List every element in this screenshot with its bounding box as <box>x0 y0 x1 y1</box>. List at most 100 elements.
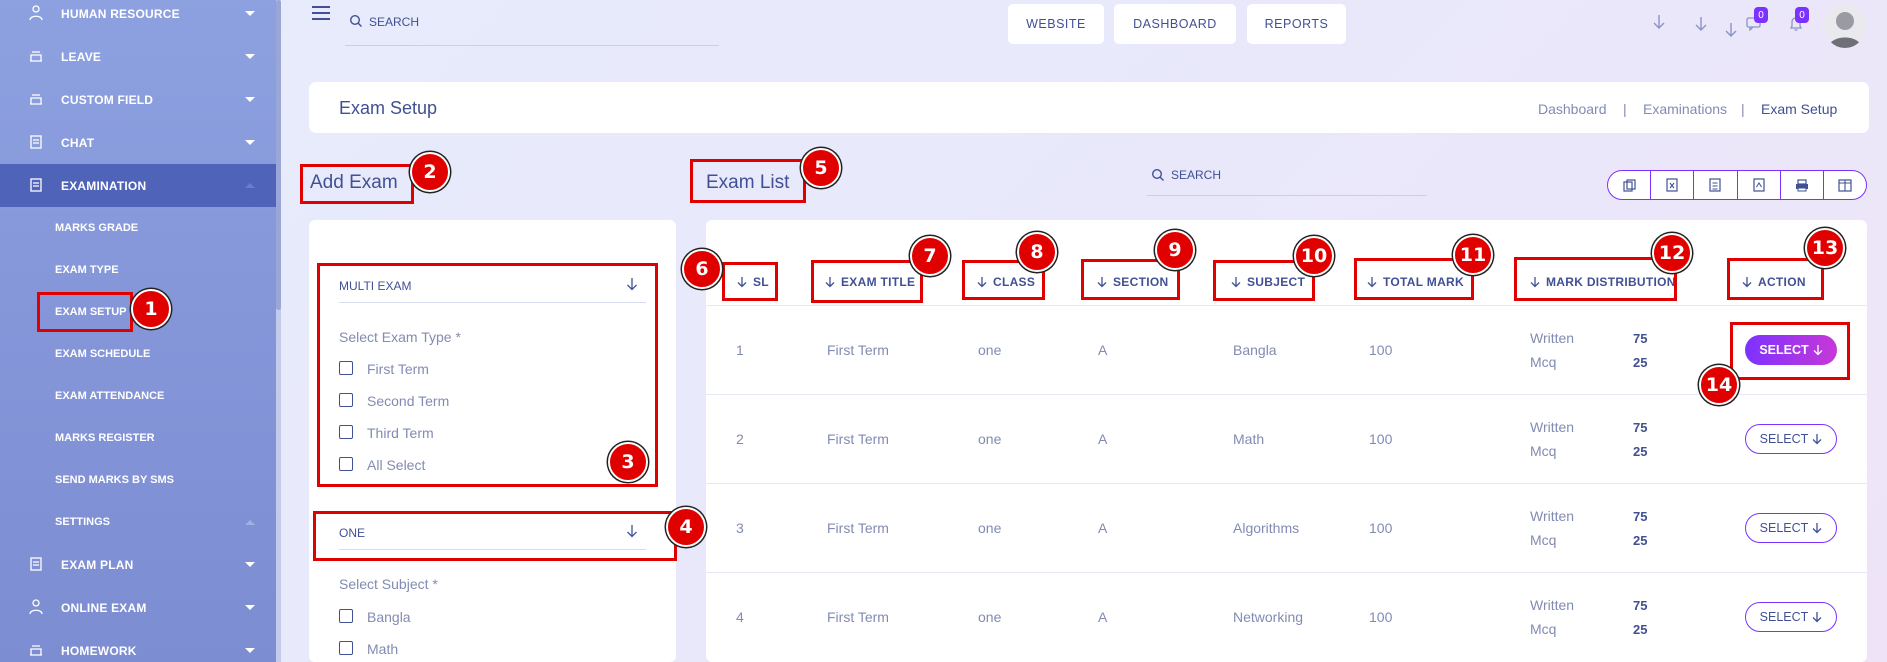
sidebar-item-label: EXAM PLAN <box>61 557 134 572</box>
cell-dist-value: 75 <box>1633 598 1648 613</box>
cell-exam-title: First Term <box>827 342 889 358</box>
cell-sl: 4 <box>736 609 744 625</box>
csv-button[interactable] <box>1694 171 1738 199</box>
annotation-box-12 <box>1514 257 1677 301</box>
chevron-up-icon <box>245 183 255 188</box>
sidebar-subitem-label: EXAM SCHEDULE <box>55 348 151 360</box>
arrow-down-icon[interactable] <box>1694 16 1708 32</box>
sidebar-scrollbar[interactable] <box>276 0 281 662</box>
exam-plan-icon <box>30 557 42 571</box>
annotation-box-2 <box>300 164 414 204</box>
sidebar-item-chat[interactable]: CHAT <box>0 121 276 164</box>
sidebar-item-homework[interactable]: HOMEWORK <box>0 629 276 662</box>
excel-icon <box>1666 178 1678 192</box>
cell-dist-label: Mcq <box>1530 621 1557 637</box>
sidebar-item-label: EXAMINATION <box>61 178 147 193</box>
sidebar-subitem-marks-grade[interactable]: MARKS GRADE <box>0 207 276 249</box>
examination-icon <box>30 178 42 192</box>
cell-subject: Bangla <box>1233 342 1277 358</box>
math-label[interactable]: Math <box>367 641 398 657</box>
sidebar-item-leave[interactable]: LEAVE <box>0 35 276 78</box>
select-button[interactable]: SELECT <box>1745 513 1837 543</box>
exam-list-search-placeholder: SEARCH <box>1171 168 1222 182</box>
cell-class: one <box>978 520 1002 536</box>
breadcrumb-exam-setup: Exam Setup <box>1761 101 1838 117</box>
search-icon <box>1151 168 1164 181</box>
user-avatar-icon <box>1824 4 1866 48</box>
print-button[interactable] <box>1781 171 1824 199</box>
math-checkbox[interactable] <box>339 641 353 655</box>
cell-class: one <box>978 609 1002 625</box>
bangla-label[interactable]: Bangla <box>367 609 411 625</box>
sidebar-item-examination[interactable]: EXAMINATION <box>0 164 276 207</box>
sidebar-item-custom-field[interactable]: CUSTOM FIELD <box>0 78 276 121</box>
annotation-badge-9: 9 <box>1155 230 1195 270</box>
sidebar-item-human-resource[interactable]: HUMAN RESOURCE <box>0 0 276 35</box>
top-search-input[interactable]: SEARCH <box>345 8 719 46</box>
pdf-button[interactable] <box>1738 171 1781 199</box>
custom-field-icon <box>30 94 42 105</box>
notification-count-badge: 0 <box>1795 7 1809 23</box>
annotation-box-7 <box>811 260 923 303</box>
annotation-badge-14: 14 <box>1699 365 1739 405</box>
annotation-badge-6: 6 <box>682 249 722 289</box>
arrow-down-icon[interactable] <box>1724 22 1738 38</box>
chevron-down-icon <box>245 11 255 16</box>
bangla-checkbox[interactable] <box>339 609 353 623</box>
website-button[interactable]: WEBSITE <box>1008 4 1104 44</box>
copy-icon <box>1622 178 1636 192</box>
sidebar-item-label: CUSTOM FIELD <box>61 92 154 107</box>
sidebar-subitem-send-marks-by-sms[interactable]: SEND MARKS BY SMS <box>0 459 276 501</box>
exam-list-search-input[interactable]: SEARCH <box>1147 158 1427 196</box>
arrow-down-icon[interactable] <box>1652 14 1666 30</box>
copy-button[interactable] <box>1608 171 1652 199</box>
cell-section: A <box>1098 431 1108 447</box>
avatar[interactable] <box>1824 4 1866 48</box>
sidebar-subitem-exam-schedule[interactable]: EXAM SCHEDULE <box>0 333 276 375</box>
chevron-down-icon <box>245 648 255 653</box>
sidebar-item-label: CHAT <box>61 135 95 150</box>
sidebar-subitem-settings[interactable]: SETTINGS <box>0 501 276 543</box>
breadcrumb-examinations[interactable]: Examinations <box>1643 101 1727 117</box>
subject-label: Select Subject * <box>339 576 438 592</box>
sidebar-item-label: ONLINE EXAM <box>61 600 147 615</box>
dashboard-button[interactable]: DASHBOARD <box>1114 4 1236 44</box>
sidebar-subitem-label: SEND MARKS BY SMS <box>55 474 174 486</box>
sidebar-item-label: HOMEWORK <box>61 643 137 658</box>
hamburger-menu-icon[interactable] <box>312 6 330 20</box>
cell-dist-label: Mcq <box>1530 532 1557 548</box>
annotation-badge-12: 12 <box>1652 233 1692 273</box>
online-exam-icon <box>29 599 43 615</box>
excel-button[interactable] <box>1651 171 1695 199</box>
select-button-label: SELECT <box>1759 432 1809 446</box>
sidebar-subitem-exam-attendance[interactable]: EXAM ATTENDANCE <box>0 375 276 417</box>
reports-button[interactable]: REPORTS <box>1247 4 1346 44</box>
breadcrumb-dashboard[interactable]: Dashboard <box>1538 101 1607 117</box>
chevron-down-icon <box>245 54 255 59</box>
sidebar-item-label: HUMAN RESOURCE <box>61 6 180 21</box>
sidebar-subitem-marks-register[interactable]: MARKS REGISTER <box>0 417 276 459</box>
sidebar-item-online-exam[interactable]: ONLINE EXAM <box>0 586 276 629</box>
cell-dist-label: Written <box>1530 597 1575 613</box>
chat-icon <box>30 135 42 149</box>
sidebar-subitem-exam-type[interactable]: EXAM TYPE <box>0 249 276 291</box>
sidebar-subitem-label: MARKS GRADE <box>55 222 139 234</box>
cell-dist-label: Mcq <box>1530 354 1557 370</box>
sidebar-item-exam-plan[interactable]: EXAM PLAN <box>0 543 276 586</box>
cell-section: A <box>1098 520 1108 536</box>
sidebar-scrollbar-thumb[interactable] <box>276 0 281 310</box>
select-button[interactable]: SELECT <box>1745 602 1837 632</box>
sidebar-subitem-label: MARKS REGISTER <box>55 432 155 444</box>
annotation-badge-11: 11 <box>1453 235 1493 275</box>
cell-total-mark: 100 <box>1369 431 1393 447</box>
breadcrumb-separator: | <box>1741 101 1745 117</box>
annotation-badge-3: 3 <box>608 442 648 482</box>
cell-sl: 3 <box>736 520 744 536</box>
cell-class: one <box>978 431 1002 447</box>
table-divider <box>706 394 1867 395</box>
columns-button[interactable] <box>1824 171 1866 199</box>
cell-dist-value: 75 <box>1633 509 1648 524</box>
annotation-badge-2: 2 <box>410 152 450 192</box>
cell-sl: 1 <box>736 342 744 358</box>
select-button[interactable]: SELECT <box>1745 424 1837 454</box>
